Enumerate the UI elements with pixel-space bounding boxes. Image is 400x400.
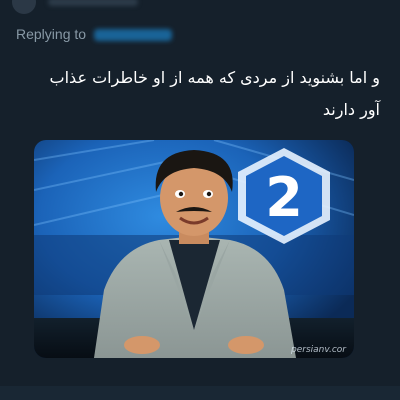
tweet-text: و اما بشنوید از مردی که همه از او خاطرات… bbox=[49, 68, 380, 119]
username-blurred bbox=[48, 0, 138, 6]
tweet-media[interactable]: 2 persianv.cor bbox=[34, 140, 354, 358]
replying-to-line: Replying to bbox=[16, 26, 172, 42]
reply-handle-link[interactable] bbox=[93, 29, 172, 42]
avatar[interactable] bbox=[12, 0, 36, 14]
channel-logo-number: 2 bbox=[265, 166, 303, 229]
replying-to-label: Replying to bbox=[16, 26, 87, 42]
tweet-footer-partial bbox=[0, 386, 400, 400]
tweet-header bbox=[0, 0, 400, 20]
watermark-text: persianv.cor bbox=[290, 345, 347, 355]
